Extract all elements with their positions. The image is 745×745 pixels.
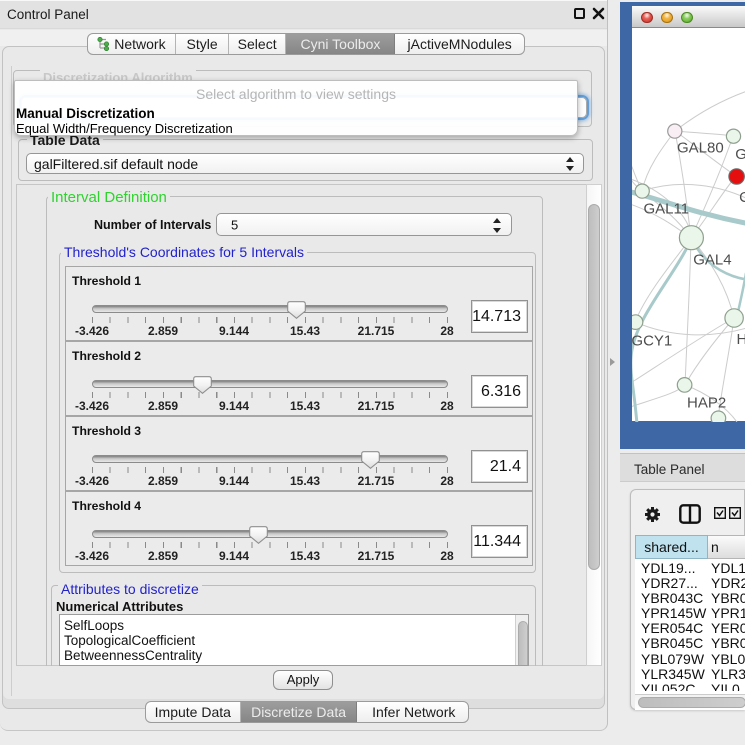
svg-text:CY: CY: [739, 189, 745, 206]
svg-text:GCY1: GCY1: [632, 332, 672, 349]
svg-text:GAL2: GAL2: [735, 146, 745, 163]
svg-text:GAL4: GAL4: [693, 251, 731, 268]
svg-text:GAL11: GAL11: [643, 200, 689, 217]
svg-text:HA: HA: [736, 331, 745, 348]
svg-text:GAL80: GAL80: [677, 139, 724, 156]
svg-text:HAP2: HAP2: [687, 394, 726, 411]
